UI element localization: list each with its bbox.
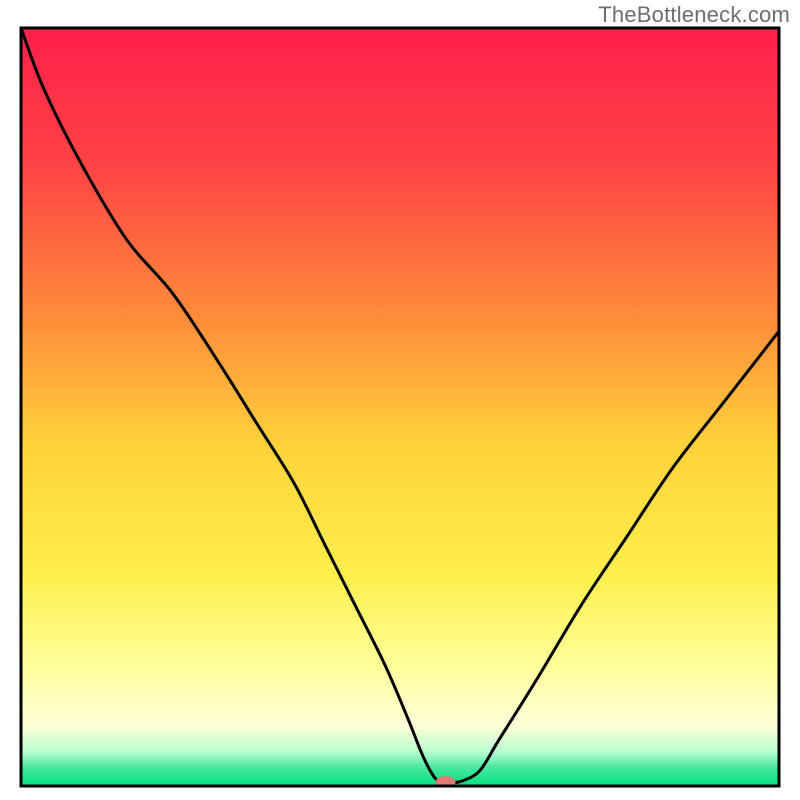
gradient-background [21, 28, 779, 786]
bottleneck-chart [0, 0, 800, 800]
watermark-text: TheBottleneck.com [598, 2, 790, 28]
chart-container: TheBottleneck.com [0, 0, 800, 800]
